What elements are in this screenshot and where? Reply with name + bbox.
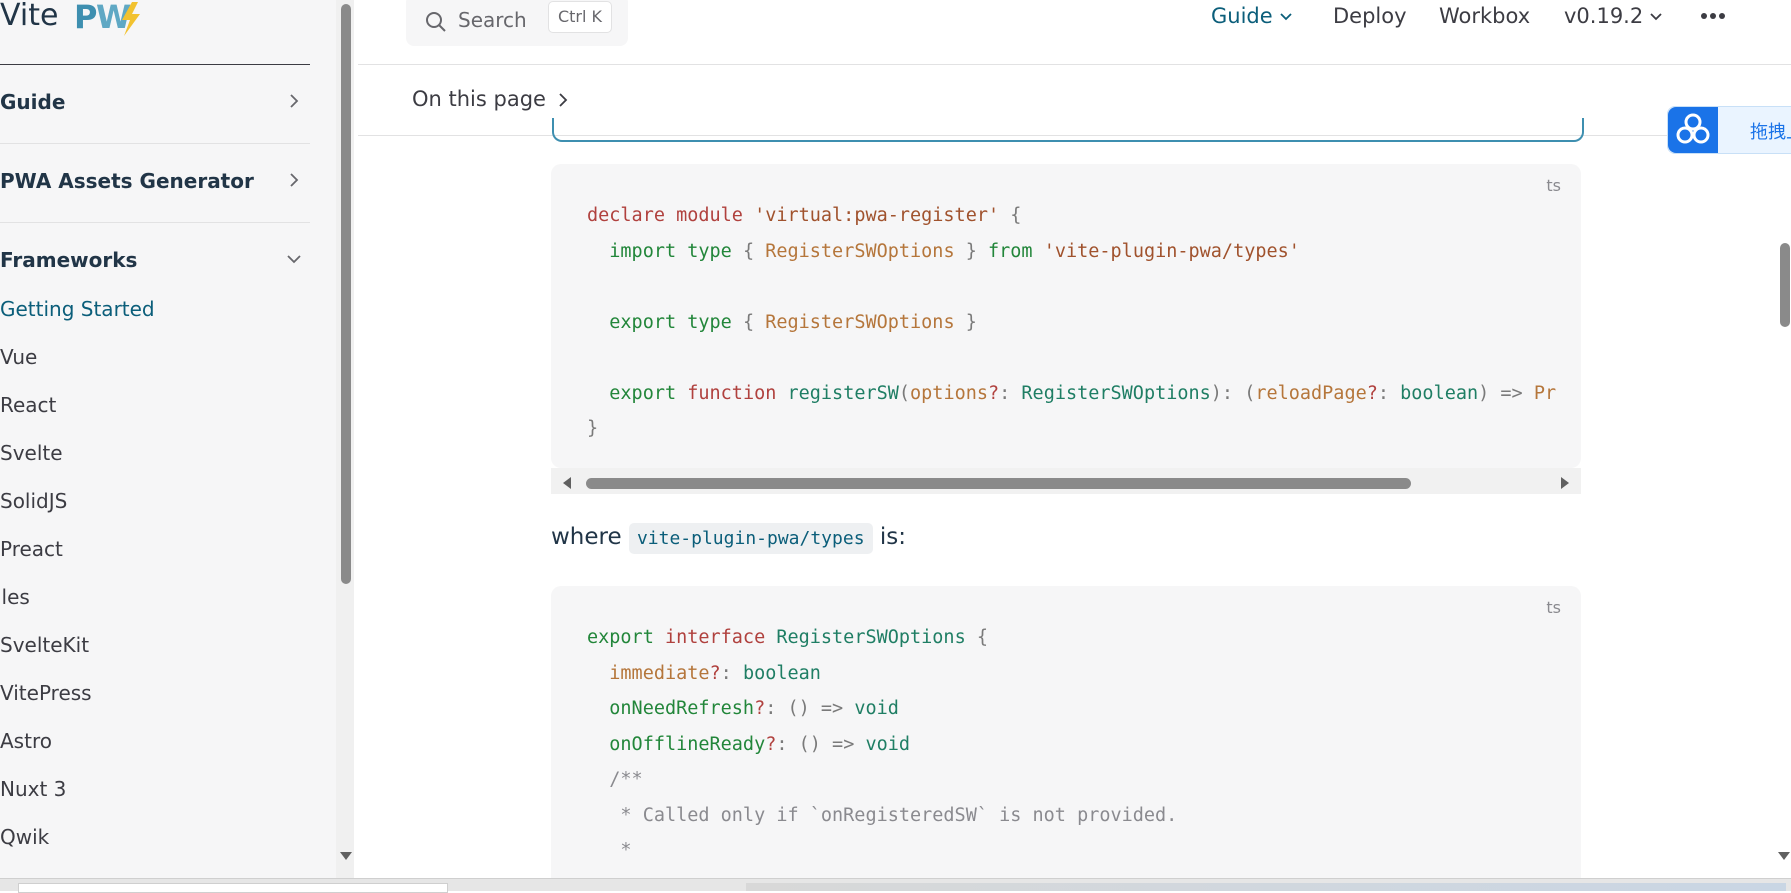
code-content: declare module 'virtual:pwa-register' { … [587,198,1556,447]
nav-guide[interactable]: Guide [1211,4,1293,28]
search-icon [426,12,446,32]
code-line: onNeedRefresh?: () => void [609,698,899,719]
sidebar-item-qwik[interactable]: Qwik [0,825,49,849]
chevron-down-icon [1280,13,1292,21]
on-this-page-button[interactable]: On this page [412,87,546,111]
code-block-options: ts export interface RegisterSWOptions { … [551,586,1581,890]
sidebar-item-vue[interactable]: Vue [0,345,37,369]
code-line: * [587,840,632,861]
nav-deploy[interactable]: Deploy [1333,4,1407,28]
sidebar-group-label: PWA Assets Generator [0,169,254,193]
pwa-logo-icon[interactable]: P W [74,0,152,38]
code-lang-label: ts [1546,598,1561,617]
code-line: * Called only if `onRegisteredSW` is not… [587,804,1178,826]
sidebar-item-solidjs[interactable]: SolidJS [0,489,67,513]
sidebar-group-frameworks[interactable]: Frameworks [0,222,310,301]
sidebar-item-react[interactable]: React [0,393,56,417]
upload-widget-label: 拖拽上传 [1750,122,1791,143]
sidebar-item-getting-started[interactable]: Getting Started [0,297,155,321]
sidebar-scrollbar-thumb[interactable] [341,4,351,584]
code-block-register: ts declare module 'virtual:pwa-register'… [551,164,1581,468]
sidebar-item-svelte[interactable]: Svelte [0,441,63,465]
code-horizontal-scrollbar[interactable] [551,468,1581,494]
sidebar-item-iles[interactable]: iles [0,585,30,609]
search-label: Search [458,8,527,32]
sidebar-group-label: Guide [0,90,66,114]
code-content: export interface RegisterSWOptions { imm… [587,620,1177,869]
chevron-down-icon [287,255,301,264]
sidebar-item-nuxt-3[interactable]: Nuxt 3 [0,777,66,801]
search-button[interactable]: Search Ctrl K [406,0,628,46]
page-scroll-down-arrow[interactable] [1778,852,1790,860]
scroll-left-arrow[interactable] [563,477,571,489]
previous-container-edge [552,118,1584,142]
svg-text:P: P [74,0,97,36]
code-line: } [587,418,599,439]
sidebar-group-pwa-assets-generator[interactable]: PWA Assets Generator [0,143,310,223]
sidebar-group-guide[interactable]: Guide [0,64,310,144]
page-scrollbar-thumb[interactable] [1780,243,1790,327]
upload-widget[interactable]: 拖拽上传 [1667,106,1791,154]
prose-paragraph: where vite-plugin-pwa/types is: [551,523,906,554]
sidebar-scroll-down-arrow[interactable] [340,852,352,860]
code-line: immediate?: boolean [609,662,821,684]
sidebar-item-preact[interactable]: Preact [0,537,63,561]
code-line: export function registerSW(options?: Reg… [609,382,1557,404]
code-line: declare module 'virtual:pwa-register' { [587,205,1022,226]
code-lang-label: ts [1546,176,1561,195]
code-line: /** [609,769,643,790]
nav-workbox[interactable]: Workbox [1439,4,1530,28]
chevron-right-icon [290,173,299,187]
prose-text-before: where [551,524,622,550]
scrollbar-thumb[interactable] [586,478,1411,489]
bottom-scrollbar-thumb[interactable] [18,883,448,893]
code-line: export interface RegisterSWOptions { [587,627,988,648]
sidebar-item-astro[interactable]: Astro [0,729,52,753]
brand[interactable]: Vite P W [0,0,310,65]
scroll-right-arrow[interactable] [1561,477,1569,489]
sidebar: Vite P W Guide PWA Assets Generator Fram… [0,0,336,878]
code-line: import type { RegisterSWOptions } from '… [609,240,1300,262]
nav-guide-label: Guide [1211,4,1273,28]
chevron-down-icon [1650,13,1662,21]
brand-name[interactable]: Vite [0,0,58,33]
sidebar-item-sveltekit[interactable]: SvelteKit [0,633,89,657]
code-line: onOfflineReady?: () => void [609,733,911,755]
more-icon[interactable] [1700,12,1726,20]
chevron-right-icon [290,94,299,108]
cloud-upload-icon [1668,107,1718,153]
nav-version[interactable]: v0.19.2 [1564,4,1663,28]
sidebar-group-label: Frameworks [0,248,138,272]
search-shortcut: Ctrl K [548,1,612,33]
code-line: export type { RegisterSWOptions } [609,311,977,333]
bottom-scrollbar[interactable] [0,878,1791,893]
chevron-right-icon[interactable] [554,91,572,109]
prose-text-after: is: [879,524,906,550]
inline-code: vite-plugin-pwa/types [628,523,873,554]
sidebar-item-vitepress[interactable]: VitePress [0,681,92,705]
nav-version-label: v0.19.2 [1564,4,1644,28]
